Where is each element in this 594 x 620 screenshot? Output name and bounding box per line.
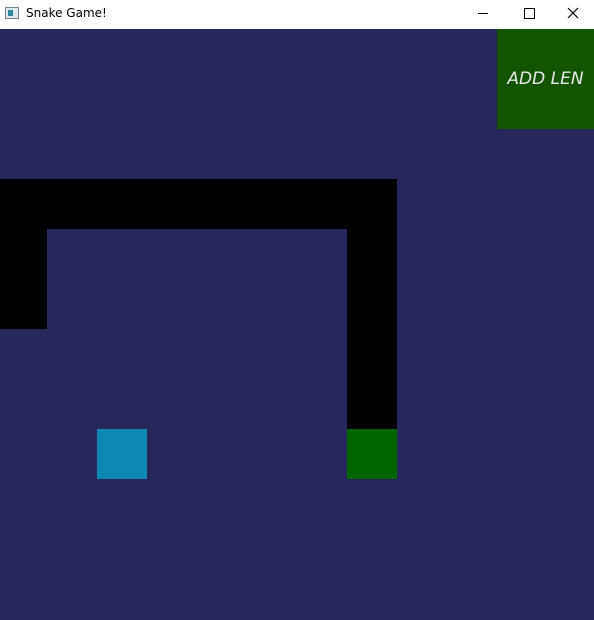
title-bar[interactable]: Snake Game! <box>0 0 594 29</box>
add-len-button[interactable]: ADD LEN <box>497 29 594 129</box>
snake-body-segment <box>0 179 397 229</box>
minimize-icon <box>478 13 488 14</box>
close-icon <box>567 7 579 19</box>
maximize-icon <box>524 8 535 19</box>
snake-body-segment <box>347 229 397 429</box>
game-board[interactable]: ADD LEN <box>0 29 594 620</box>
app-window-icon <box>5 7 19 19</box>
app-window: Snake Game! ADD LEN <box>0 0 594 620</box>
snake-head <box>347 429 397 479</box>
food-item <box>97 429 147 479</box>
snake-body-segment <box>0 229 47 329</box>
maximize-button[interactable] <box>506 0 552 29</box>
window-title: Snake Game! <box>26 6 107 20</box>
close-button[interactable] <box>552 0 594 29</box>
minimize-button[interactable] <box>460 0 506 29</box>
